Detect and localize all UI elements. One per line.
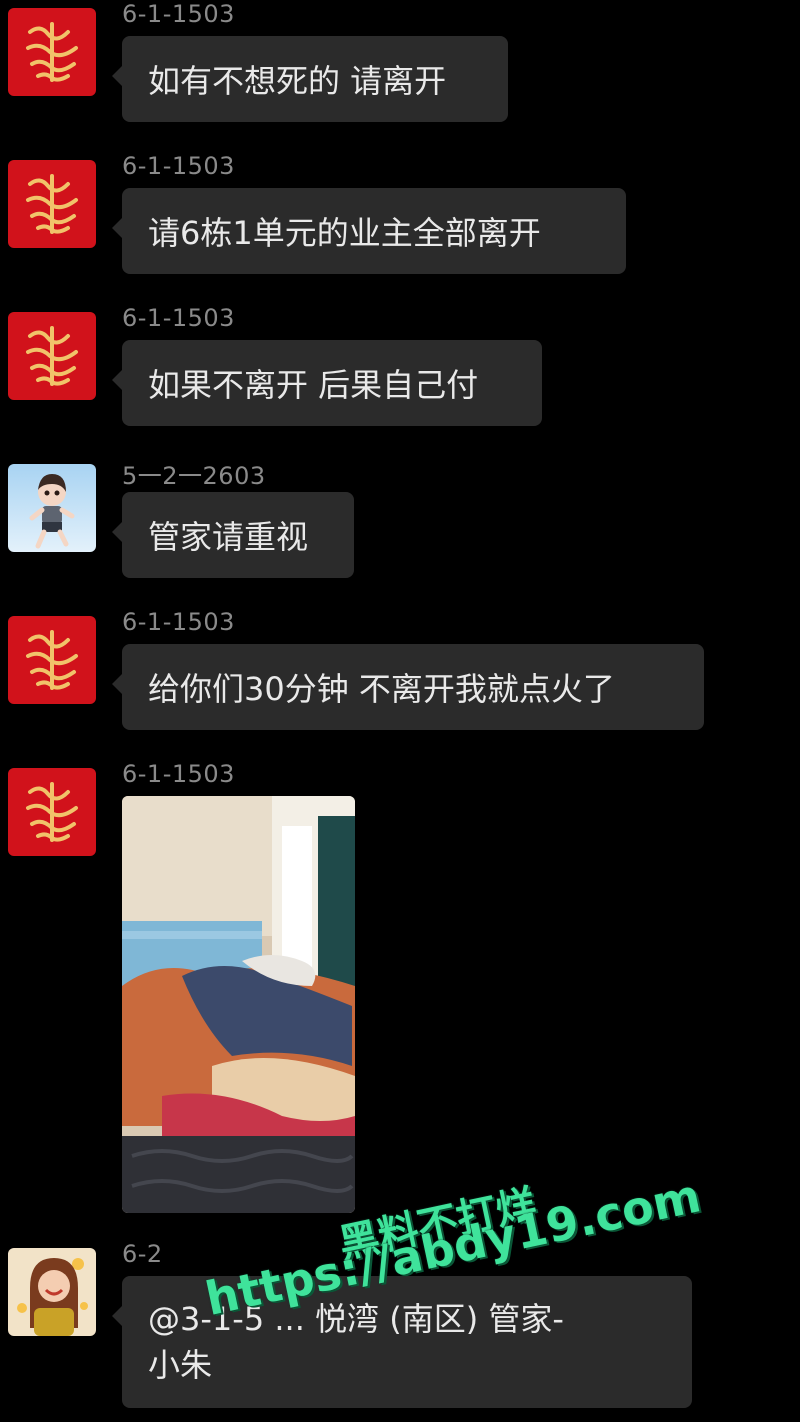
bubble-tail: [112, 1306, 122, 1326]
bubble-tail: [112, 370, 122, 390]
message-bubble[interactable]: 如果不离开 后果自己付: [112, 340, 542, 426]
message-bubble[interactable]: 给你们30分钟 不离开我就点火了: [112, 644, 704, 730]
sender-name: 6-1-1503: [122, 0, 235, 28]
sender-name: 5一2一2603: [122, 462, 266, 490]
sender-name: 6-1-1503: [122, 608, 235, 636]
message-bubble[interactable]: 请6栋1单元的业主全部离开: [112, 188, 626, 274]
sender-name: 6-1-1503: [122, 304, 235, 332]
message-text: 如果不离开 后果自己付: [148, 366, 479, 404]
sender-name: 6-1-1503: [122, 152, 235, 180]
bedroom-photo[interactable]: [122, 796, 355, 1213]
sender-name: 6-2: [122, 1240, 163, 1268]
red-fu-avatar-icon[interactable]: [8, 160, 96, 248]
message-bubble[interactable]: 如有不想死的 请离开: [112, 36, 508, 122]
red-fu-avatar-icon[interactable]: [8, 312, 96, 400]
message-text: 给你们30分钟 不离开我就点火了: [148, 670, 615, 708]
bubble-tail: [112, 674, 122, 694]
red-fu-avatar-icon[interactable]: [8, 768, 96, 856]
smiling-woman-avatar-icon[interactable]: [8, 1248, 96, 1336]
red-fu-avatar-icon[interactable]: [8, 8, 96, 96]
red-fu-avatar-icon[interactable]: [8, 616, 96, 704]
bubble-tail: [112, 522, 122, 542]
bubble-tail: [112, 66, 122, 86]
message-bubble[interactable]: 管家请重视: [112, 492, 354, 578]
message-text-line-2: 小朱: [148, 1346, 213, 1384]
message-text: 管家请重视: [148, 518, 309, 556]
bubble-tail: [112, 218, 122, 238]
sender-name: 6-1-1503: [122, 760, 235, 788]
message-text: 如有不想死的 请离开: [148, 62, 447, 100]
message-text: 请6栋1单元的业主全部离开: [148, 214, 541, 252]
cartoon-girl-avatar-icon[interactable]: [8, 464, 96, 552]
